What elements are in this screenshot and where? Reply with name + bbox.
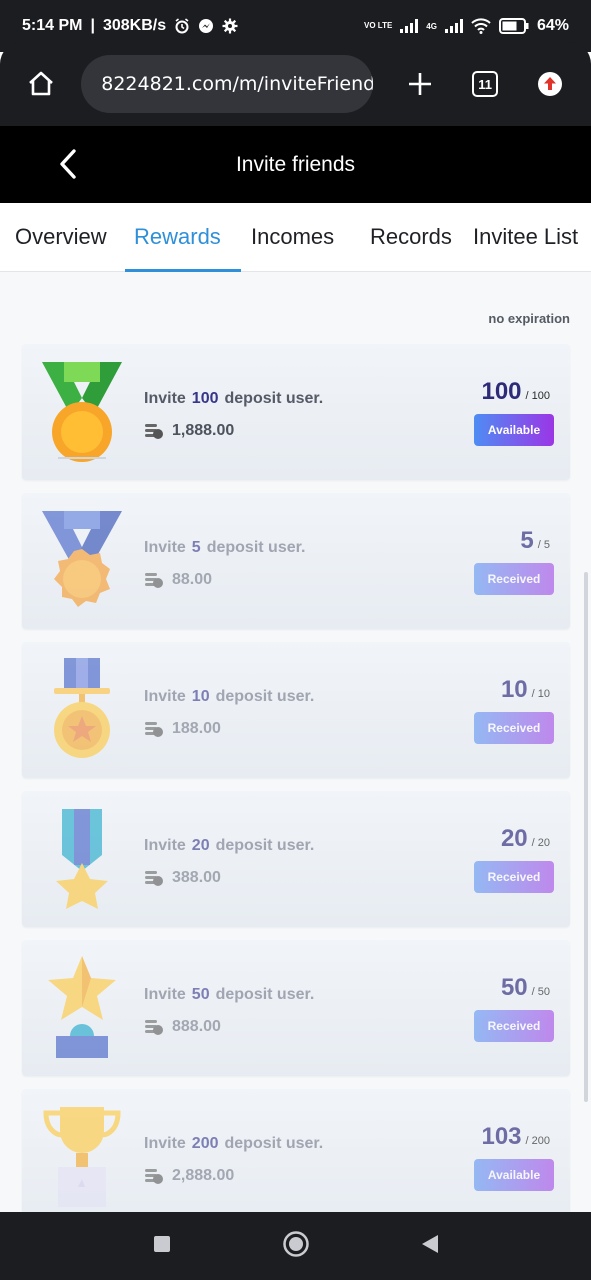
tab-incomes[interactable]: Incomes (251, 203, 334, 271)
gold-cup-trophy-icon (43, 1107, 121, 1207)
tab-bar: Overview Rewards Incomes Records Invitee… (0, 203, 591, 272)
claim-button[interactable]: Available (474, 1159, 554, 1191)
reward-task: Invite 50 deposit user. (144, 986, 315, 1003)
expiry-label: no expiration (488, 311, 570, 326)
reward-card: Invite 50 deposit user. 888.00 50 / 50 R… (22, 940, 570, 1076)
home-button[interactable] (14, 56, 67, 112)
scrollbar[interactable] (584, 572, 588, 1102)
received-button[interactable]: Received (474, 861, 554, 893)
reward-progress: 103 / 200 (481, 1123, 550, 1150)
wifi-icon (471, 18, 491, 34)
tab-overview[interactable]: Overview (15, 203, 107, 271)
home-nav-button[interactable] (282, 1230, 310, 1263)
reward-card: Invite 200 deposit user. 2,888.00 103 / … (22, 1089, 570, 1212)
settings-gear-icon (222, 18, 238, 34)
upload-arrow-icon (538, 72, 563, 96)
coin-stack-icon (145, 424, 163, 439)
blue-ribbon-medal-icon (42, 511, 122, 607)
star-trophy-icon (48, 956, 116, 1058)
status-time: 5:14 PM (22, 17, 83, 34)
received-button[interactable]: Received (474, 563, 554, 595)
chevron-left-icon (60, 149, 76, 179)
gold-star-medal-icon (54, 658, 110, 758)
coin-stack-icon (145, 871, 163, 886)
back-nav-button[interactable] (420, 1233, 440, 1260)
tab-count: 11 (472, 71, 499, 97)
reward-amount: 2,888.00 (144, 1167, 234, 1185)
coin-stack-icon (145, 573, 163, 588)
tab-records[interactable]: Records (370, 203, 452, 271)
received-button[interactable]: Received (474, 1010, 554, 1042)
reward-card: Invite 20 deposit user. 388.00 20 / 20 R… (22, 791, 570, 927)
star-ribbon-medal-icon (56, 809, 108, 909)
square-icon (153, 1235, 170, 1252)
page-title: Invite friends (235, 152, 356, 176)
reward-progress: 10 / 10 (500, 676, 550, 703)
update-button[interactable] (524, 56, 577, 112)
plus-icon (408, 73, 431, 95)
page-header: Invite friends (0, 126, 591, 203)
reward-progress: 50 / 50 (500, 974, 550, 1001)
status-divider: | (90, 17, 95, 34)
address-bar[interactable]: 8224821.com/m/inviteFriend (81, 55, 374, 113)
reward-amount: 88.00 (144, 571, 212, 589)
signal-icon-2 (444, 19, 463, 33)
reward-amount: 888.00 (144, 1018, 221, 1036)
reward-task: Invite 100 deposit user. (144, 390, 324, 407)
url-text: 8224821.com/m/inviteFriend (101, 73, 374, 95)
rewards-list[interactable]: no expiration Invite 100 deposit user. 1… (0, 272, 591, 1212)
system-nav-bar (0, 1212, 591, 1280)
reward-amount: 388.00 (144, 869, 221, 887)
reward-task: Invite 20 deposit user. (144, 837, 315, 854)
volte-label: VO LTE (364, 21, 393, 30)
reward-progress: 20 / 20 (500, 825, 550, 852)
reward-task: Invite 200 deposit user. (144, 1135, 324, 1152)
reward-card: Invite 5 deposit user. 88.00 5 / 5 Recei… (22, 493, 570, 629)
coin-stack-icon (145, 1169, 163, 1184)
tab-rewards[interactable]: Rewards (134, 203, 221, 271)
coin-stack-icon (145, 1020, 163, 1035)
battery-percent: 64% (536, 17, 569, 34)
green-ribbon-gold-medal-icon (42, 362, 122, 462)
reward-task: Invite 5 deposit user. (144, 539, 306, 556)
coin-stack-icon (145, 722, 163, 737)
new-tab-button[interactable] (393, 56, 446, 112)
reward-card: Invite 10 deposit user. 188.00 10 / 10 R… (22, 642, 570, 778)
circle-icon (282, 1230, 309, 1257)
reward-amount: 1,888.00 (144, 422, 234, 440)
network-4g-label: 4G (426, 21, 437, 31)
reward-card: Invite 100 deposit user. 1,888.00 100 / … (22, 344, 570, 480)
tab-switcher-button[interactable]: 11 (458, 56, 511, 112)
signal-icon (400, 19, 419, 33)
received-button[interactable]: Received (474, 712, 554, 744)
reward-progress: 100 / 100 (481, 378, 550, 405)
home-icon (28, 71, 53, 96)
triangle-back-icon (421, 1234, 438, 1253)
messenger-icon (198, 18, 214, 34)
battery-icon (498, 18, 529, 34)
status-speed: 308KB/s (102, 17, 167, 34)
reward-progress: 5 / 5 (520, 527, 550, 554)
tab-invitee-list[interactable]: Invitee List (473, 203, 578, 271)
back-button[interactable] (54, 146, 84, 182)
claim-button[interactable]: Available (474, 414, 554, 446)
reward-amount: 188.00 (144, 720, 221, 738)
browser-toolbar: 8224821.com/m/inviteFriend 11 (0, 42, 591, 126)
reward-task: Invite 10 deposit user. (144, 688, 315, 705)
recents-button[interactable] (152, 1234, 172, 1259)
alarm-icon (174, 18, 190, 34)
